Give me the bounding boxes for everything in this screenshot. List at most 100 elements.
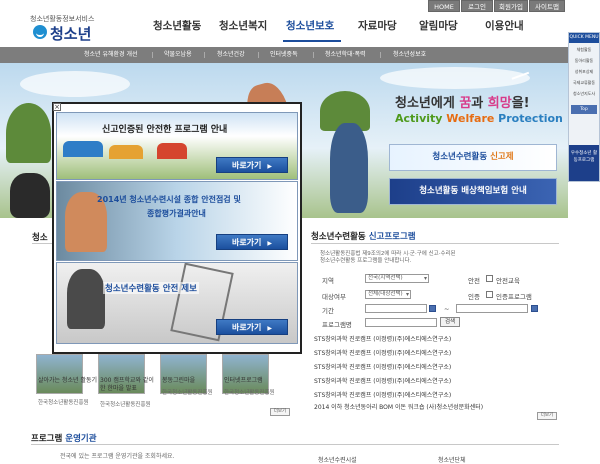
report-section-title: 청소년수련활동 신고프로그램 (311, 232, 416, 242)
program-list-item[interactable]: STS창의과학 진로캠프 (이정령)(주)에스티에스연구소) (314, 362, 451, 371)
site-logo[interactable]: 청소년 (50, 23, 91, 44)
period-label: 기간 (322, 307, 334, 315)
program-list-item[interactable]: STS창의과학 진로캠프 (이정령)(주)에스티에스연구소) (314, 334, 451, 343)
program-list-item[interactable]: STS창의과학 진로캠프 (이정령)(주)에스티에스연구소) (314, 376, 451, 385)
gnb-resources[interactable]: 자료마당 (358, 18, 397, 33)
quick-menu: QUICK MENU 체험활동 동아리활동 성취포상제 국제교류활동 청소년지도… (568, 32, 600, 182)
tree-shape (6, 103, 51, 163)
calendar-icon[interactable] (531, 305, 538, 312)
end-date-input[interactable] (456, 304, 528, 313)
gnb-welfare[interactable]: 청소년복지 (219, 18, 267, 33)
util-join-link[interactable]: 회원가입 (494, 0, 528, 12)
target-select[interactable]: 전체(대상선택) (365, 290, 411, 299)
gnb-guide[interactable]: 이용안내 (485, 18, 524, 33)
more-button[interactable]: 더보기 (537, 412, 557, 420)
program-list-item[interactable]: STS창의과학 진로캠프 (이정령)(주)에스티에스연구소) (314, 348, 451, 357)
thumb-source: 한국청소년활동진흥원 (38, 400, 89, 406)
report-system-banner[interactable]: 청소년수련활동 신고제 (389, 144, 557, 171)
thumb-source: 한국청소년활동진흥원 (100, 402, 151, 408)
hero-english-slogan: Activity Welfare Protection (395, 112, 563, 125)
subnav-item-health[interactable]: 청소년건강 (217, 47, 245, 63)
cloud-shape (20, 71, 130, 97)
video-thumbnail[interactable] (160, 354, 207, 394)
safety-label: 안전 (468, 277, 480, 285)
quick-item-club[interactable]: 동아리활동 (570, 58, 598, 64)
more-button[interactable]: 더보기 (270, 408, 290, 416)
youth-figure (67, 269, 105, 329)
gnb-active-indicator (283, 40, 341, 42)
popup-panel-title: 종합평가결과안내 (147, 209, 206, 218)
column-header: 청소년단체 (438, 457, 466, 464)
scroll-top-button[interactable]: Top (571, 105, 597, 114)
youth-figure (330, 123, 368, 213)
youth-figure (10, 173, 50, 218)
cert-checkbox[interactable] (486, 291, 493, 298)
subnav-item-environment[interactable]: 청소년 유해환경 개선 (84, 47, 138, 63)
subnav-item-internet[interactable]: 인터넷중독 (270, 47, 298, 63)
hero-slogan: 청소년에게 꿈과 희망을! (395, 96, 530, 111)
gnb-activity[interactable]: 청소년활동 (153, 18, 201, 33)
go-button[interactable]: 바로가기 (216, 234, 288, 250)
gnb-protection[interactable]: 청소년보호 (286, 18, 334, 33)
program-name-label: 프로그램명 (322, 321, 352, 329)
program-list-item[interactable]: 2014 이하 청소년동아리 BOM 이돈 워크숍 (사)청소년성문화센터) (314, 402, 483, 411)
thumb-caption[interactable]: 살아가는 청소년 활동기 (38, 377, 98, 385)
program-name-input[interactable] (365, 318, 437, 327)
quick-item-experience[interactable]: 체험활동 (570, 47, 598, 53)
cloud-shape (380, 67, 530, 89)
search-button[interactable]: 검색 (440, 317, 460, 327)
region-label: 지역 (322, 277, 334, 285)
logo-icon[interactable] (33, 25, 47, 39)
tent-shape (63, 141, 103, 157)
safety-checkbox-label: 안전교육 (496, 277, 520, 285)
start-date-input[interactable] (365, 304, 427, 313)
quick-menu-title: QUICK MENU (569, 33, 599, 43)
cert-label: 인증 (468, 293, 480, 301)
util-login-link[interactable]: 로그인 (461, 0, 493, 12)
left-section-title: 청소 (32, 233, 48, 243)
calendar-icon[interactable] (429, 305, 436, 312)
insurance-banner[interactable]: 청소년활동 배상책임보험 안내 (389, 178, 557, 205)
date-range-separator: ~ (444, 305, 450, 313)
column-header: 청소년수련시설 (318, 457, 357, 464)
region-select[interactable]: 전국(지역선택) (365, 274, 429, 283)
subnav-divider (380, 52, 381, 58)
subnav-item-abuse[interactable]: 청소년학대·폭력 (325, 47, 366, 63)
popup-panel-title: 신고인증된 안전한 프로그램 안내 (102, 125, 228, 135)
header: 청소년활동정보서비스 청소년 HOME 로그인 회원가입 사이트맵 청소년활동 … (0, 0, 600, 47)
program-list-item[interactable]: STS창의과학 진로캠프 (이정령)(주)에스티에스연구소) (314, 390, 451, 399)
thumb-source: 한국청소년활동진흥원 (224, 390, 275, 396)
go-button[interactable]: 바로가기 (216, 319, 288, 335)
safety-checkbox[interactable] (486, 275, 493, 282)
util-sitemap-link[interactable]: 사이트맵 (529, 0, 565, 12)
section-description: 전국에 있는 프로그램 운영기관을 조회하세요. (60, 453, 175, 460)
subnav-divider (204, 52, 205, 58)
subnav-item-drug[interactable]: 약물오남용 (164, 47, 192, 63)
popup-panel-title: 2014년 청소년수련시설 종합 안전점검 및 (97, 195, 241, 204)
subnav-divider (313, 52, 314, 58)
thumb-source: 한국청소년활동진흥원 (162, 390, 213, 396)
subnav-divider (152, 52, 153, 58)
cert-checkbox-label: 인증프로그램 (496, 293, 532, 301)
go-button[interactable]: 바로가기 (216, 157, 288, 173)
popup-panel-inspection[interactable]: 2014년 청소년수련시설 종합 안전점검 및 종합평가결과안내 바로가기 (56, 181, 298, 261)
quick-program-banner[interactable]: 우수청소년 활동프로그램 (569, 145, 599, 181)
close-icon[interactable]: × (53, 103, 61, 111)
section-divider (31, 444, 559, 445)
video-thumbnail[interactable] (222, 354, 269, 394)
thumb-caption[interactable]: 300 캠프학교와 같이 한 한마을 발표 (100, 377, 160, 392)
subnav-divider (258, 52, 259, 58)
section-description: 청소년수련활동 프로그램을 안내합니다. (320, 258, 412, 264)
popup-panel-certified[interactable]: 신고인증된 안전한 프로그램 안내 바로가기 (56, 112, 298, 180)
gnb-notices[interactable]: 알림마당 (419, 18, 458, 33)
popup-panel-safety-report[interactable]: 청소년수련활동 안전 제보 바로가기 (56, 262, 298, 344)
quick-item-award[interactable]: 성취포상제 (570, 69, 598, 75)
video-thumbnail[interactable] (36, 354, 83, 394)
util-home-link[interactable]: HOME (428, 0, 460, 12)
thumb-caption[interactable]: 봉동그린마을 (162, 377, 222, 385)
thumb-caption[interactable]: 인터넷프로그램 (224, 377, 284, 385)
operator-section-title: 프로그램 운영기관 (31, 434, 97, 444)
quick-item-exchange[interactable]: 국제교류활동 (570, 80, 598, 86)
subnav-item-sexual-protection[interactable]: 청소년성보호 (393, 47, 426, 63)
quick-item-leader[interactable]: 청소년지도사 (570, 91, 598, 97)
